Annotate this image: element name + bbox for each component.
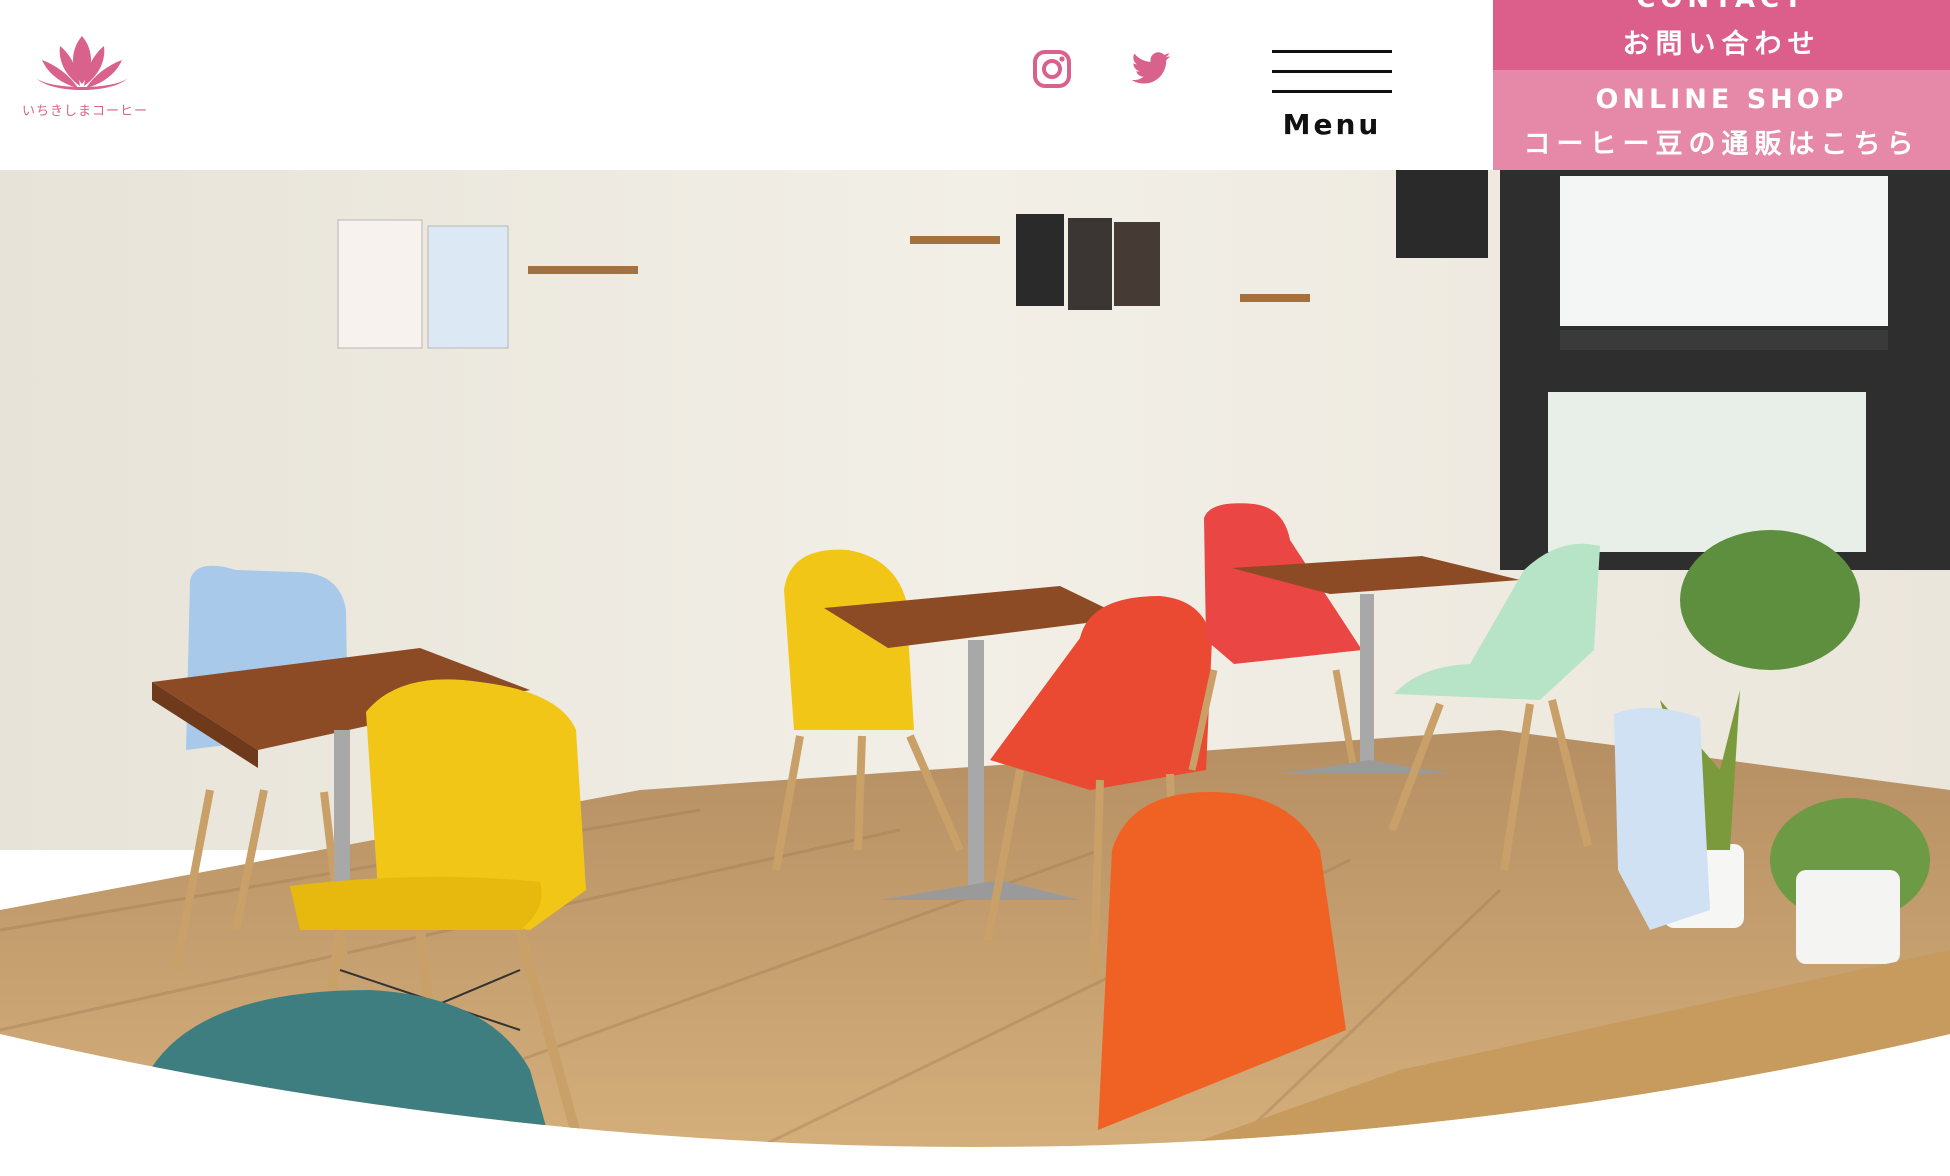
online-shop-button[interactable]: ONLINE SHOP コーヒー豆の通販はこちら: [1493, 70, 1950, 170]
logo-text: いちきしまコーヒー: [22, 104, 149, 119]
instagram-icon: [1033, 50, 1071, 88]
hero-cafe-photo: [0, 170, 1950, 1176]
site-header: いちきしまコーヒー Menu CONTACT お問い合わせ ONLINE SHO…: [0, 0, 1950, 170]
lotus-icon: [36, 36, 128, 90]
contact-label-en: CONTACT: [1493, 0, 1950, 14]
hamburger-icon: [1272, 50, 1392, 95]
twitter-icon: [1131, 52, 1171, 84]
menu-button[interactable]: Menu: [1272, 50, 1392, 142]
instagram-link[interactable]: [1031, 48, 1073, 90]
online-shop-label-en: ONLINE SHOP: [1595, 84, 1848, 115]
twitter-link[interactable]: [1130, 48, 1172, 90]
menu-label: Menu: [1282, 108, 1382, 141]
online-shop-label-ja: コーヒー豆の通販はこちら: [1523, 129, 1920, 160]
contact-label-ja: お問い合わせ: [1622, 29, 1821, 60]
site-logo[interactable]: いちきしまコーヒー: [22, 34, 149, 120]
contact-button[interactable]: CONTACT お問い合わせ: [1493, 0, 1950, 70]
